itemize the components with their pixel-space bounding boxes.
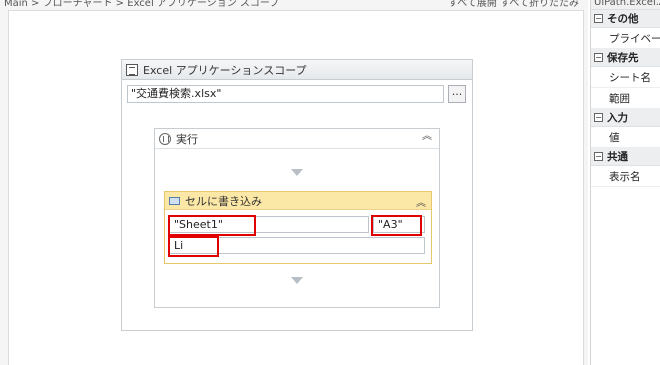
drop-target-arrow-icon[interactable]	[291, 169, 303, 176]
browse-button[interactable]: ...	[448, 85, 466, 103]
collapse-toggle-icon[interactable]: −	[594, 14, 603, 23]
category-label: 保存先	[607, 52, 639, 64]
property-private[interactable]: プライベート	[591, 28, 660, 49]
sequence-header[interactable]: 実行 ︽	[155, 129, 439, 149]
write-cell-title: セルに書き込み	[185, 194, 262, 208]
write-cell-header[interactable]: セルに書き込み ︽	[165, 192, 431, 210]
scope-header[interactable]: Excel アプリケーションスコープ	[122, 60, 472, 80]
category-input[interactable]: − 入力	[591, 109, 660, 127]
collapse-chevron-icon[interactable]: ︽	[421, 132, 433, 144]
property-range[interactable]: 範囲	[591, 88, 660, 109]
expand-collapse-links[interactable]: すべて展開 すべて折りたたみ	[448, 0, 579, 8]
category-common[interactable]: − 共通	[591, 148, 660, 166]
excel-application-scope[interactable]: Excel アプリケーションスコープ "交通費検索.xlsx" ... 実行 ︽…	[121, 59, 473, 331]
property-value[interactable]: 値	[591, 127, 660, 148]
workbook-path-input[interactable]: "交通費検索.xlsx"	[127, 85, 444, 103]
properties-header-text: UiPath.Excel.Activities	[594, 0, 660, 8]
workflow-designer: Main > フローチャート > Excel アプリケーション スコープ すべて…	[0, 0, 588, 365]
write-cell-icon	[169, 196, 180, 205]
breadcrumb[interactable]: Main > フローチャート > Excel アプリケーション スコープ	[4, 0, 279, 8]
properties-panel: UiPath.Excel.Activities − その他 プライベート − 保…	[590, 0, 660, 365]
excel-file-icon	[126, 63, 138, 76]
category-label: 共通	[607, 151, 628, 163]
sequence-do[interactable]: 実行 ︽ セルに書き込み ︽ "Sheet1" "A3" Li	[154, 128, 440, 308]
designer-toolbar: Main > フローチャート > Excel アプリケーション スコープ すべて…	[0, 0, 588, 8]
cell-highlight-box	[371, 215, 422, 236]
sequence-icon	[159, 132, 171, 145]
category-label: その他	[607, 13, 639, 25]
property-display-name[interactable]: 表示名	[591, 166, 660, 187]
collapse-toggle-icon[interactable]: −	[594, 113, 603, 122]
properties-header: UiPath.Excel.Activities	[591, 0, 660, 10]
collapse-chevron-icon[interactable]: ︽	[416, 194, 426, 209]
category-label: 入力	[607, 112, 628, 124]
collapse-toggle-icon[interactable]: −	[594, 152, 603, 161]
designer-canvas[interactable]: Excel アプリケーションスコープ "交通費検索.xlsx" ... 実行 ︽…	[8, 10, 584, 365]
property-sheet-name[interactable]: シート名	[591, 67, 660, 88]
drop-target-arrow-icon[interactable]	[291, 277, 303, 284]
value-highlight-box	[168, 236, 219, 257]
category-destination[interactable]: − 保存先	[591, 49, 660, 67]
write-cell-activity[interactable]: セルに書き込み ︽ "Sheet1" "A3" Li	[164, 191, 432, 264]
sequence-title: 実行	[176, 132, 198, 146]
category-misc[interactable]: − その他	[591, 10, 660, 28]
collapse-toggle-icon[interactable]: −	[594, 53, 603, 62]
scope-title: Excel アプリケーションスコープ	[143, 63, 307, 77]
sheet-highlight-box	[168, 215, 256, 236]
